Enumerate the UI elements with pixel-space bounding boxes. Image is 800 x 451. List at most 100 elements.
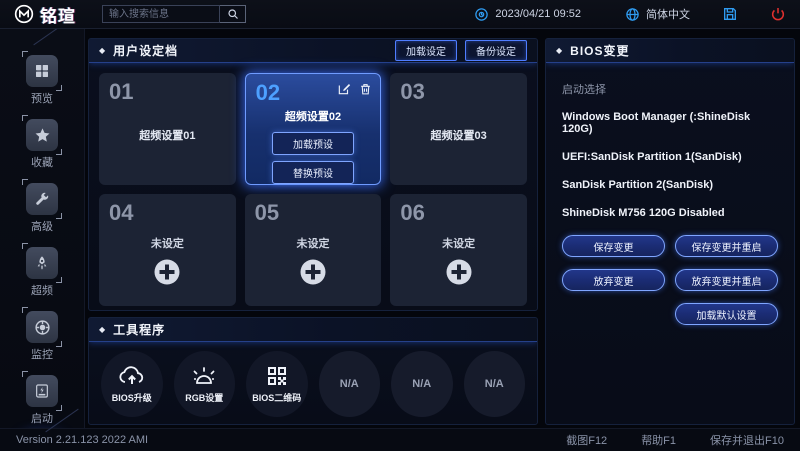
edit-icon[interactable]: [337, 82, 351, 96]
sidebar: 预览 收藏 高级 超频: [0, 29, 85, 428]
boot-option[interactable]: Windows Boot Manager (:ShineDisk 120G): [562, 111, 778, 135]
brand-m-icon: [14, 4, 34, 24]
backup-settings-button[interactable]: 备份设定: [465, 40, 527, 61]
panel-header: ◆ 用户设定档 加载设定 备份设定: [89, 39, 537, 63]
card-number: 03: [400, 79, 517, 105]
card-label: 超频设置01: [109, 127, 226, 143]
footer-bar: Version 2.21.123 2022 AMI 截图F12 帮助F1 保存并…: [0, 428, 800, 451]
tool-slot-na: N/A: [391, 351, 453, 417]
bios-upgrade-tool[interactable]: BIOS升级: [101, 351, 163, 417]
sidebar-item-boot[interactable]: 启动: [26, 375, 58, 426]
add-profile-icon[interactable]: [152, 257, 182, 287]
save-exit-hotkey[interactable]: 保存并退出F10: [710, 432, 784, 448]
tool-label: N/A: [340, 378, 359, 390]
card-number: 01: [109, 79, 226, 105]
rgb-settings-tool[interactable]: RGB设置: [174, 351, 236, 417]
discard-changes-restart-button[interactable]: 放弃变更并重启: [675, 269, 778, 291]
screenshot-hotkey[interactable]: 截图F12: [566, 432, 607, 448]
card-number: 06: [400, 200, 517, 226]
sidebar-item-label: 高级: [31, 218, 53, 234]
load-settings-button[interactable]: 加载设定: [395, 40, 457, 61]
trash-icon[interactable]: [359, 82, 372, 96]
card-number: 05: [255, 200, 372, 226]
card-label: 未设定: [400, 235, 517, 251]
boot-option[interactable]: UEFI:SanDisk Partition 1(SanDisk): [562, 151, 778, 163]
version-text: Version 2.21.123 2022 AMI: [16, 434, 148, 446]
diamond-bullet-icon: ◆: [99, 46, 105, 55]
profile-card-05[interactable]: 05 未设定: [245, 194, 382, 306]
add-profile-icon[interactable]: [298, 257, 328, 287]
tools-panel: ◆ 工具程序 BIOS升级 RGB设置: [88, 317, 538, 425]
load-preset-button[interactable]: 加载预设: [272, 132, 355, 155]
datetime-display: 2023/04/21 09:52: [474, 7, 581, 22]
tool-row: BIOS升级 RGB设置: [89, 342, 537, 425]
profile-card-06[interactable]: 06 未设定: [390, 194, 527, 306]
ssd-boot-icon: [26, 375, 58, 407]
sidebar-item-favorites[interactable]: 收藏: [26, 119, 58, 170]
card-label: 未设定: [109, 235, 226, 251]
panel-title: 工具程序: [113, 321, 165, 338]
profile-card-04[interactable]: 04 未设定: [99, 194, 236, 306]
card-label: 超频设置03: [400, 127, 517, 143]
search-icon: [227, 8, 239, 20]
boot-option[interactable]: ShineDisk M756 120G Disabled: [562, 207, 778, 219]
add-profile-icon[interactable]: [444, 257, 474, 287]
cloud-upload-icon: [118, 364, 146, 388]
help-hotkey[interactable]: 帮助F1: [641, 432, 676, 448]
tool-slot-na: N/A: [319, 351, 381, 417]
tool-label: N/A: [412, 378, 431, 390]
load-defaults-button[interactable]: 加载默认设置: [675, 303, 778, 325]
profile-cards-grid: 01 超频设置01 02 超频设置02 加载预设 替换预: [89, 63, 537, 311]
search-input[interactable]: [102, 5, 220, 23]
brand-name: 铭瑄: [40, 2, 76, 27]
sidebar-item-label: 超频: [31, 282, 53, 298]
diamond-bullet-icon: ◆: [99, 325, 105, 334]
discard-changes-button[interactable]: 放弃变更: [562, 269, 665, 291]
bios-qrcode-tool[interactable]: BIOS二维码: [246, 351, 308, 417]
profile-card-01[interactable]: 01 超频设置01: [99, 73, 236, 185]
save-changes-button[interactable]: 保存变更: [562, 235, 665, 257]
panel-title: BIOS变更: [570, 42, 629, 59]
language-selector[interactable]: 简体中文: [625, 6, 690, 22]
qr-code-icon: [265, 364, 289, 388]
profile-card-03[interactable]: 03 超频设置03: [390, 73, 527, 185]
sidebar-item-label: 预览: [31, 90, 53, 106]
sidebar-item-overclock[interactable]: 超频: [26, 247, 58, 298]
panel-header: ◆ 工具程序: [89, 318, 537, 342]
tool-label: N/A: [485, 378, 504, 390]
sidebar-item-advanced[interactable]: 高级: [26, 183, 58, 234]
card-label: 超频设置02: [256, 108, 371, 124]
rocket-icon: [26, 247, 58, 279]
tool-slot-na: N/A: [464, 351, 526, 417]
star-icon: [26, 119, 58, 151]
replace-preset-button[interactable]: 替换预设: [272, 161, 355, 184]
boot-option[interactable]: SanDisk Partition 2(SanDisk): [562, 179, 778, 191]
power-icon[interactable]: [770, 6, 786, 22]
wrench-icon: [26, 183, 58, 215]
sidebar-item-label: 收藏: [31, 154, 53, 170]
globe-icon: [625, 7, 640, 22]
topbar: 铭瑄 2023/04/21 09:52: [0, 0, 800, 29]
sidebar-item-preview[interactable]: 预览: [26, 55, 58, 106]
bios-changes-panel: ◆ BIOS变更 启动选择 Windows Boot Manager (:Shi…: [545, 38, 795, 425]
clock-icon: [474, 7, 489, 22]
app-logo: 铭瑄: [14, 2, 86, 27]
sidebar-item-label: 监控: [31, 346, 53, 362]
diamond-bullet-icon: ◆: [556, 46, 562, 55]
search-bar: [102, 5, 246, 23]
sidebar-item-label: 启动: [31, 410, 53, 426]
tool-label: BIOS升级: [112, 391, 152, 404]
tool-label: RGB设置: [185, 391, 223, 404]
card-number: 04: [109, 200, 226, 226]
rgb-lamp-icon: [190, 364, 218, 388]
sidebar-item-monitor[interactable]: 监控: [26, 311, 58, 362]
save-changes-restart-button[interactable]: 保存变更并重启: [675, 235, 778, 257]
panel-header: ◆ BIOS变更: [546, 39, 794, 63]
boot-select-label: 启动选择: [562, 81, 778, 97]
profile-card-02[interactable]: 02 超频设置02 加载预设 替换预设: [245, 73, 382, 185]
datetime-text: 2023/04/21 09:52: [495, 8, 581, 20]
grid-icon: [26, 55, 58, 87]
user-profiles-panel: ◆ 用户设定档 加载设定 备份设定 01 超频设置01: [88, 38, 538, 311]
save-icon[interactable]: [722, 6, 738, 22]
search-button[interactable]: [220, 5, 246, 23]
